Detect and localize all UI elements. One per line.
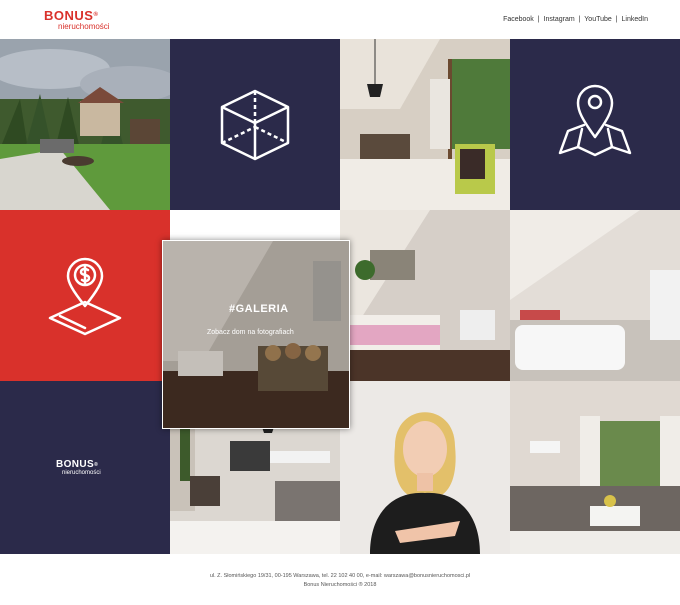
footer-copyright: Bonus Nieruchomości ® 2018 <box>303 582 377 588</box>
header: BONUS® nieruchomości Facebook | Instagra… <box>0 0 680 39</box>
gallery-card[interactable]: #GALERIA Zobacz dom na fotografiach <box>162 240 350 429</box>
social-links: Facebook | Instagram | YouTube | LinkedI… <box>503 16 648 23</box>
garden-photo <box>0 39 170 210</box>
linkedin-link[interactable]: LinkedIn <box>622 16 648 23</box>
logo-subtitle: nieruchomości <box>58 22 110 31</box>
living-room-photo <box>340 39 510 210</box>
logo-wordmark: BONUS® <box>44 8 99 23</box>
brand-tile: BONUS® nieruchomości <box>0 381 170 554</box>
separator: | <box>537 16 540 23</box>
price-tile[interactable] <box>0 210 170 381</box>
bedroom-photo <box>340 210 510 381</box>
gallery-subtitle: Zobacz dom na fotografiach <box>207 329 294 336</box>
cube-3d-icon <box>220 89 290 161</box>
tile-grid: BONUS® nieruchomości #GALERIA Zobacz dom… <box>0 39 680 554</box>
separator: | <box>615 16 618 23</box>
facebook-link[interactable]: Facebook <box>503 16 534 23</box>
gallery-title: #GALERIA <box>229 303 289 315</box>
footer-logo: BONUS® nieruchomości <box>56 459 101 477</box>
separator: | <box>578 16 581 23</box>
footer: ul. Z. Słomińskiego 19/31, 00-195 Warsza… <box>0 572 680 590</box>
footer-address: ul. Z. Słomińskiego 19/31, 00-195 Warsza… <box>209 573 471 579</box>
map-pin-icon <box>558 84 632 157</box>
corner-sofa-photo <box>510 381 680 554</box>
bathroom-photo <box>510 210 680 381</box>
brand-logo[interactable]: BONUS® nieruchomości <box>44 9 110 31</box>
location-tile[interactable] <box>510 39 680 210</box>
instagram-link[interactable]: Instagram <box>544 16 575 23</box>
agent-portrait <box>340 381 510 554</box>
price-location-icon <box>48 257 122 336</box>
features-tile[interactable] <box>170 39 340 210</box>
youtube-link[interactable]: YouTube <box>584 16 612 23</box>
